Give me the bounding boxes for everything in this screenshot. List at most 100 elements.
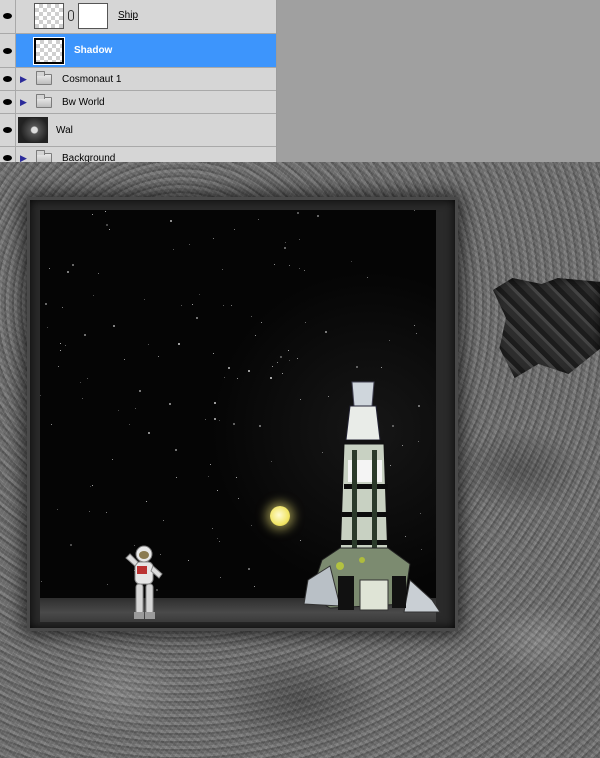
star bbox=[254, 586, 255, 587]
layer-row-ship[interactable]: Ship bbox=[0, 0, 276, 34]
star bbox=[205, 419, 206, 420]
visibility-eye-icon[interactable] bbox=[0, 114, 16, 146]
star bbox=[196, 317, 198, 319]
star bbox=[80, 382, 81, 383]
star bbox=[40, 395, 41, 396]
star bbox=[228, 367, 230, 369]
star bbox=[414, 325, 415, 326]
star bbox=[105, 211, 106, 212]
star bbox=[189, 244, 190, 245]
star bbox=[351, 261, 352, 262]
star bbox=[188, 560, 189, 561]
visibility-eye-icon[interactable] bbox=[0, 68, 16, 90]
star bbox=[144, 299, 145, 300]
star bbox=[280, 356, 282, 358]
star bbox=[282, 373, 283, 374]
layer-name: Background bbox=[62, 152, 116, 163]
star bbox=[148, 344, 149, 345]
star bbox=[277, 362, 278, 363]
layer-name: Ship bbox=[118, 10, 139, 21]
visibility-eye-icon[interactable] bbox=[0, 34, 16, 67]
layer-mask-thumbnail[interactable] bbox=[78, 2, 108, 29]
star bbox=[87, 378, 88, 379]
star bbox=[248, 568, 250, 570]
layer-name: Shadow bbox=[74, 45, 113, 56]
visibility-eye-icon[interactable] bbox=[0, 0, 16, 33]
star bbox=[98, 273, 99, 274]
star bbox=[272, 366, 273, 367]
star bbox=[219, 420, 220, 421]
star bbox=[414, 210, 415, 211]
star bbox=[251, 525, 252, 526]
star bbox=[208, 476, 209, 477]
star bbox=[389, 340, 390, 341]
layers-panel: Ship Shadow ▶ Cosmonaut 1 ▶ Bw World Wal… bbox=[0, 0, 277, 162]
layer-row-shadow[interactable]: Shadow bbox=[0, 34, 276, 68]
star bbox=[223, 305, 224, 306]
star bbox=[325, 331, 327, 333]
star bbox=[381, 367, 382, 368]
star bbox=[233, 423, 235, 425]
star bbox=[178, 343, 180, 345]
layer-name: Cosmonaut 1 bbox=[62, 73, 122, 85]
expand-triangle-icon[interactable]: ▶ bbox=[20, 74, 30, 84]
star bbox=[289, 265, 290, 266]
star bbox=[238, 498, 239, 499]
star bbox=[219, 541, 220, 542]
layer-row-cosmonaut[interactable]: ▶ Cosmonaut 1 bbox=[0, 68, 276, 91]
star bbox=[173, 249, 174, 250]
star bbox=[274, 264, 275, 265]
star bbox=[258, 219, 259, 220]
star bbox=[169, 403, 171, 405]
star bbox=[57, 509, 58, 510]
expand-triangle-icon[interactable]: ▶ bbox=[20, 153, 30, 162]
layer-name: Wal bbox=[56, 124, 73, 136]
star bbox=[271, 461, 272, 462]
star bbox=[89, 511, 90, 512]
visibility-eye-icon[interactable] bbox=[0, 91, 16, 113]
star bbox=[62, 307, 63, 308]
layer-name: Bw World bbox=[62, 96, 105, 108]
star bbox=[192, 304, 193, 305]
star bbox=[135, 408, 136, 409]
chain-link-icon[interactable] bbox=[68, 10, 74, 21]
star bbox=[224, 377, 225, 378]
star bbox=[416, 333, 417, 334]
star bbox=[158, 356, 159, 357]
star bbox=[60, 343, 61, 344]
rocket-ship bbox=[303, 381, 441, 613]
star bbox=[288, 350, 289, 351]
star bbox=[175, 449, 177, 451]
expand-triangle-icon[interactable]: ▶ bbox=[20, 97, 30, 107]
folder-icon bbox=[36, 93, 52, 108]
star bbox=[285, 242, 286, 243]
star bbox=[367, 277, 368, 278]
star bbox=[270, 377, 272, 379]
star bbox=[176, 477, 177, 478]
visibility-eye-icon[interactable] bbox=[0, 147, 16, 162]
star bbox=[124, 359, 125, 360]
star bbox=[45, 303, 47, 305]
star bbox=[289, 360, 290, 361]
star bbox=[72, 264, 74, 266]
star bbox=[51, 424, 52, 425]
layer-row-bw-world[interactable]: ▶ Bw World bbox=[0, 91, 276, 114]
star bbox=[217, 538, 218, 539]
layer-row-wal[interactable]: Wal bbox=[0, 114, 276, 147]
star bbox=[248, 370, 250, 372]
star bbox=[93, 295, 94, 296]
star bbox=[212, 528, 213, 529]
layer-thumbnail bbox=[34, 2, 64, 29]
star bbox=[109, 229, 110, 230]
star bbox=[163, 520, 164, 521]
star bbox=[118, 410, 119, 411]
star bbox=[305, 322, 306, 323]
star bbox=[217, 490, 218, 491]
star bbox=[297, 358, 298, 359]
layer-row-background[interactable]: ▶ Background bbox=[0, 147, 276, 163]
star bbox=[299, 268, 300, 269]
star bbox=[67, 271, 69, 273]
star bbox=[210, 464, 211, 465]
folder-icon bbox=[36, 149, 52, 162]
astronaut-figure bbox=[125, 545, 163, 619]
